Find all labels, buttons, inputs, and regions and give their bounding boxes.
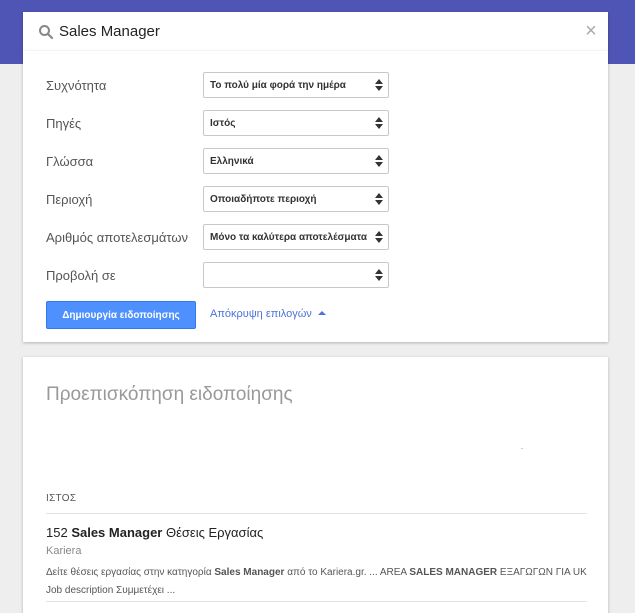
section-heading-web: ΙΣΤΟΣ xyxy=(46,493,77,504)
frequency-select[interactable]: Το πολύ μία φορά την ημέρα xyxy=(203,72,389,98)
sources-select[interactable]: Ιστός xyxy=(203,110,389,136)
option-row-frequency: Συχνότητα Το πολύ μία φορά την ημέρα xyxy=(46,72,591,98)
create-alert-button[interactable]: Δημιουργία ειδοποίησης xyxy=(46,301,196,329)
select-arrows-icon xyxy=(375,231,383,243)
deliver-to-label: Προβολή σε xyxy=(46,268,116,283)
option-row-sources: Πηγές Ιστός xyxy=(46,110,591,136)
select-arrows-icon xyxy=(375,117,383,129)
divider xyxy=(46,513,587,514)
option-row-deliver-to: Προβολή σε xyxy=(46,262,591,288)
select-arrows-icon xyxy=(375,269,383,281)
result-snippet: Δείτε θέσεις εργασίας στην κατηγορία Sal… xyxy=(46,567,587,596)
result-source: Kariera xyxy=(46,545,82,557)
option-row-language: Γλώσσα Ελληνικά xyxy=(46,148,591,174)
region-select[interactable]: Οποιαδήποτε περιοχή xyxy=(203,186,389,212)
preview-title: Προεπισκόπηση ειδοποίησης xyxy=(46,384,293,405)
search-icon xyxy=(39,25,54,40)
option-row-region: Περιοχή Οποιαδήποτε περιοχή xyxy=(46,186,591,212)
clear-icon[interactable]: × xyxy=(582,21,600,41)
alert-preview-card: Προεπισκόπηση ειδοποίησης ΙΣΤΟΣ 152 Sale… xyxy=(23,357,608,613)
language-select[interactable]: Ελληνικά xyxy=(203,148,389,174)
sources-label: Πηγές xyxy=(46,116,82,131)
region-label: Περιοχή xyxy=(46,192,93,207)
divider xyxy=(46,601,587,602)
deliver-to-select[interactable] xyxy=(203,262,389,288)
result-title-link[interactable]: 152 Sales Manager Θέσεις Εργασίας xyxy=(46,525,263,540)
caret-up-icon xyxy=(317,311,326,315)
hide-options-label: Απόκρυψη επιλογών xyxy=(210,308,312,320)
option-row-results-count: Αριθμός αποτελεσμάτων Μόνο τα καλύτερα α… xyxy=(46,224,591,250)
results-count-label: Αριθμός αποτελεσμάτων xyxy=(46,230,188,245)
frequency-label: Συχνότητα xyxy=(46,78,107,93)
select-arrows-icon xyxy=(375,193,383,205)
search-bar: × xyxy=(23,12,608,51)
hide-options-link[interactable]: Απόκρυψη επιλογών xyxy=(210,308,326,320)
alert-options-card: Συχνότητα Το πολύ μία φορά την ημέρα Πηγ… xyxy=(23,51,608,342)
results-count-select[interactable]: Μόνο τα καλύτερα αποτελέσματα xyxy=(203,224,389,250)
select-arrows-icon xyxy=(375,155,383,167)
search-input[interactable] xyxy=(59,18,559,45)
divider-dot xyxy=(521,448,523,449)
select-arrows-icon xyxy=(375,79,383,91)
language-label: Γλώσσα xyxy=(46,154,94,169)
